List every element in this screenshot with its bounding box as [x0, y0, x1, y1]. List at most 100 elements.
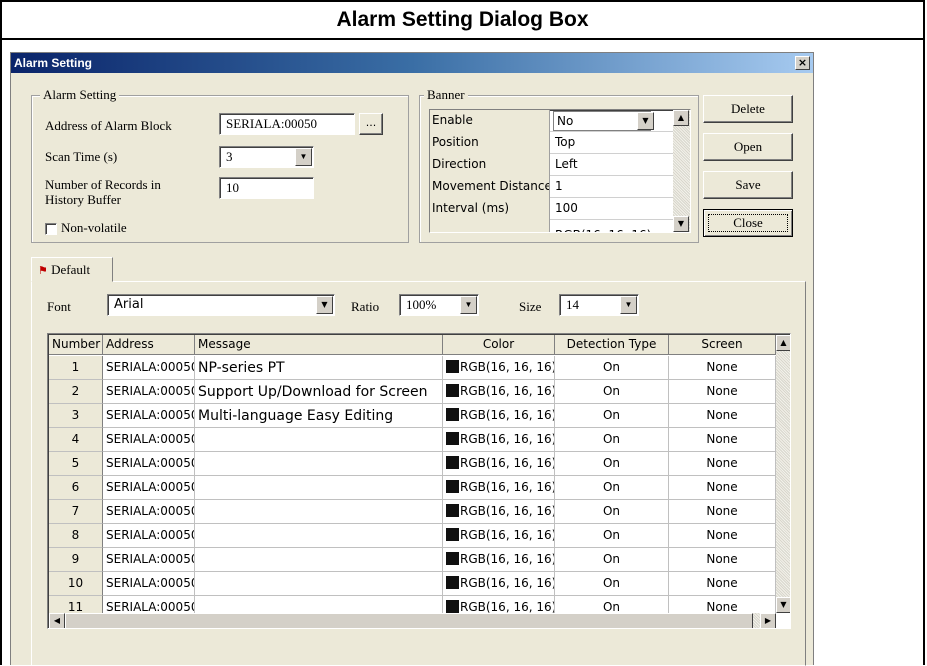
window-close-icon[interactable]: ×: [795, 56, 810, 70]
banner-row[interactable]: Position Top: [430, 132, 674, 154]
alarm-table[interactable]: Number Address Message Color Detection T…: [47, 333, 791, 629]
table-horizontal-scrollbar[interactable]: ◀ ▶: [49, 613, 776, 628]
cell-number[interactable]: 6: [49, 476, 103, 500]
table-row[interactable]: 7 SERIALA:00050 RGB(16, 16, 16) On None: [49, 500, 776, 524]
address-field[interactable]: SERIALA:00050: [219, 113, 355, 135]
cell-screen[interactable]: None: [669, 452, 776, 476]
column-header-color[interactable]: Color: [443, 335, 555, 355]
arrow-down-icon[interactable]: ▼: [776, 597, 790, 613]
cell-color[interactable]: RGB(16, 16, 16): [443, 572, 555, 596]
close-button[interactable]: Close: [703, 209, 793, 237]
chevron-down-icon[interactable]: ▼: [295, 148, 312, 166]
chevron-down-icon[interactable]: ▼: [316, 296, 333, 314]
cell-detection-type[interactable]: On: [555, 524, 669, 548]
scrollbar-thumb[interactable]: [65, 613, 753, 628]
arrow-left-icon[interactable]: ◀: [49, 613, 65, 628]
cell-address[interactable]: SERIALA:00050: [103, 476, 195, 500]
cell-color[interactable]: RGB(16, 16, 16): [443, 476, 555, 500]
chevron-down-icon[interactable]: ▼: [460, 296, 477, 314]
column-header-address[interactable]: Address: [103, 335, 195, 355]
font-select[interactable]: Arial ▼: [107, 294, 335, 316]
cell-detection-type[interactable]: On: [555, 500, 669, 524]
cell-detection-type[interactable]: On: [555, 452, 669, 476]
cell-message[interactable]: [195, 500, 443, 524]
table-row[interactable]: 10 SERIALA:00050 RGB(16, 16, 16) On None: [49, 572, 776, 596]
cell-message[interactable]: [195, 476, 443, 500]
cell-detection-type[interactable]: On: [555, 548, 669, 572]
cell-color[interactable]: RGB(16, 16, 16): [443, 428, 555, 452]
banner-enable-select[interactable]: No ▼: [551, 110, 674, 132]
chevron-down-icon[interactable]: ▼: [637, 112, 654, 130]
cell-screen[interactable]: None: [669, 500, 776, 524]
banner-row[interactable]: Movement Distance 1: [430, 176, 674, 198]
cell-detection-type[interactable]: On: [555, 356, 669, 380]
cell-number[interactable]: 10: [49, 572, 103, 596]
arrow-right-icon[interactable]: ▶: [760, 613, 776, 628]
cell-detection-type[interactable]: On: [555, 476, 669, 500]
cell-address[interactable]: SERIALA:00050: [103, 500, 195, 524]
cell-message[interactable]: [195, 452, 443, 476]
cell-message[interactable]: [195, 524, 443, 548]
arrow-up-icon[interactable]: ▲: [673, 110, 689, 126]
table-row[interactable]: 1 SERIALA:00050 NP-series PT RGB(16, 16, 16…: [49, 356, 776, 380]
cell-screen[interactable]: None: [669, 428, 776, 452]
cell-address[interactable]: SERIALA:00050: [103, 356, 195, 380]
cell-number[interactable]: 5: [49, 452, 103, 476]
table-row[interactable]: 9 SERIALA:00050 RGB(16, 16, 16) On None: [49, 548, 776, 572]
table-row[interactable]: 2 SERIALA:00050 Support Up/Download for Sc…: [49, 380, 776, 404]
table-row[interactable]: 3 SERIALA:00050 Multi-language Easy Editin…: [49, 404, 776, 428]
cell-screen[interactable]: None: [669, 572, 776, 596]
cell-address[interactable]: SERIALA:00050: [103, 428, 195, 452]
address-browse-button[interactable]: ...: [359, 113, 383, 135]
banner-scrollbar[interactable]: ▲ ▼: [673, 110, 690, 232]
column-header-screen[interactable]: Screen: [669, 335, 776, 355]
cell-color[interactable]: RGB(16, 16, 16): [443, 404, 555, 428]
banner-row[interactable]: RGB(16, 16, 16): [430, 220, 674, 232]
cell-color[interactable]: RGB(16, 16, 16): [443, 452, 555, 476]
cell-detection-type[interactable]: On: [555, 404, 669, 428]
non-volatile-checkbox[interactable]: [45, 223, 57, 235]
cell-message[interactable]: [195, 572, 443, 596]
table-row[interactable]: 6 SERIALA:00050 RGB(16, 16, 16) On None: [49, 476, 776, 500]
table-row[interactable]: 8 SERIALA:00050 RGB(16, 16, 16) On None: [49, 524, 776, 548]
delete-button[interactable]: Delete: [703, 95, 793, 123]
cell-screen[interactable]: None: [669, 548, 776, 572]
cell-number[interactable]: 9: [49, 548, 103, 572]
cell-color[interactable]: RGB(16, 16, 16): [443, 548, 555, 572]
cell-color[interactable]: RGB(16, 16, 16): [443, 356, 555, 380]
cell-number[interactable]: 7: [49, 500, 103, 524]
cell-detection-type[interactable]: On: [555, 380, 669, 404]
column-header-number[interactable]: Number: [49, 335, 103, 355]
cell-message[interactable]: Multi-language Easy Editing: [195, 404, 443, 428]
cell-address[interactable]: SERIALA:00050: [103, 380, 195, 404]
table-vertical-scrollbar[interactable]: ▲ ▼: [776, 335, 790, 613]
chevron-down-icon[interactable]: ▼: [620, 296, 637, 314]
size-select[interactable]: 14 ▼: [559, 294, 639, 316]
cell-detection-type[interactable]: On: [555, 572, 669, 596]
banner-row[interactable]: Direction Left: [430, 154, 674, 176]
table-row[interactable]: 5 SERIALA:00050 RGB(16, 16, 16) On None: [49, 452, 776, 476]
table-row[interactable]: 4 SERIALA:00050 RGB(16, 16, 16) On None: [49, 428, 776, 452]
cell-message[interactable]: Support Up/Download for Screen: [195, 380, 443, 404]
cell-message[interactable]: NP-series PT: [195, 356, 443, 380]
cell-screen[interactable]: None: [669, 476, 776, 500]
column-header-detection-type[interactable]: Detection Type: [555, 335, 669, 355]
column-header-message[interactable]: Message: [195, 335, 443, 355]
cell-color[interactable]: RGB(16, 16, 16): [443, 524, 555, 548]
cell-number[interactable]: 1: [49, 356, 103, 380]
records-field[interactable]: 10: [219, 177, 314, 199]
cell-color[interactable]: RGB(16, 16, 16): [443, 380, 555, 404]
cell-number[interactable]: 8: [49, 524, 103, 548]
cell-color[interactable]: RGB(16, 16, 16): [443, 500, 555, 524]
cell-number[interactable]: 4: [49, 428, 103, 452]
banner-row[interactable]: Enable No ▼: [430, 110, 674, 132]
cell-screen[interactable]: None: [669, 524, 776, 548]
cell-number[interactable]: 2: [49, 380, 103, 404]
cell-screen[interactable]: None: [669, 404, 776, 428]
cell-address[interactable]: SERIALA:00050: [103, 572, 195, 596]
save-button[interactable]: Save: [703, 171, 793, 199]
cell-address[interactable]: SERIALA:00050: [103, 452, 195, 476]
arrow-down-icon[interactable]: ▼: [673, 216, 689, 232]
cell-message[interactable]: [195, 548, 443, 572]
cell-screen[interactable]: None: [669, 380, 776, 404]
